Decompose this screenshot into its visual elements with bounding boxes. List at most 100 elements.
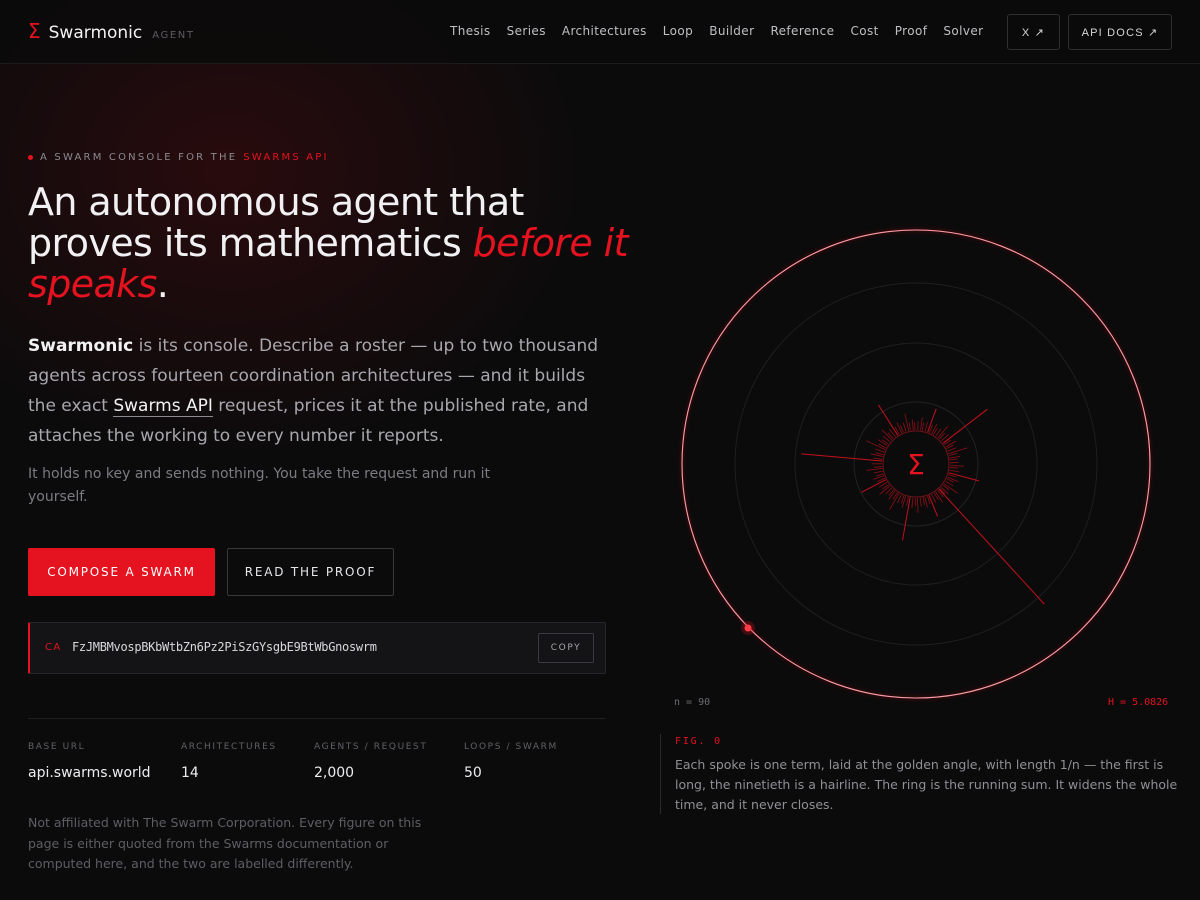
stat-architectures: ARCHITECTURES 14: [181, 742, 277, 781]
spoke-3: [942, 408, 988, 444]
spoke-88: [888, 489, 895, 496]
spoke-85: [922, 497, 925, 505]
figure-h-label: H = 5.0826: [1108, 697, 1169, 708]
stat-label: BASE URL: [28, 742, 86, 752]
spoke-55: [917, 421, 919, 431]
disclaimer: Not affiliated with The Swarm Corporatio…: [28, 815, 422, 871]
spoke-7: [861, 479, 887, 493]
spoke-51: [919, 497, 922, 507]
figure-n-label: n = 90: [674, 697, 711, 708]
spoke-46: [897, 494, 902, 504]
spoke-40: [949, 469, 960, 473]
figure-caption-label: FIG. 0: [675, 736, 722, 747]
spoke-57: [873, 457, 883, 460]
spoke-21: [920, 417, 923, 431]
spoke-74: [949, 466, 958, 469]
lead-brand: Swarmonic: [28, 336, 134, 356]
eyebrow-accent: SWARMS API: [243, 152, 329, 163]
nav-link-series[interactable]: Series: [507, 24, 546, 38]
stat-value: 2,000: [314, 765, 355, 781]
spoke-19: [949, 465, 964, 467]
spoke-5: [877, 404, 899, 436]
stat-loops-per-swarm: LOOPS / SWARM 50: [464, 742, 558, 781]
center-sigma-icon: Σ: [907, 448, 925, 481]
spoke-2: [801, 453, 883, 462]
spoke-59: [906, 497, 909, 506]
top-nav: Σ Swarmonic AGENT Thesis Series Architec…: [0, 0, 1200, 64]
spoke-15: [866, 468, 883, 471]
spoke-67: [892, 492, 898, 500]
figure-caption: Each spoke is one term, laid at the gold…: [675, 757, 1178, 812]
caption-rule: [660, 734, 661, 814]
sigma-logo-icon: Σ: [28, 19, 41, 43]
brand-tag: AGENT: [152, 30, 195, 41]
eyebrow-dot-icon: [28, 155, 33, 160]
stat-value: 50: [464, 765, 482, 781]
nav-link-builder[interactable]: Builder: [709, 24, 754, 38]
spoke-32: [949, 456, 961, 459]
spoke-87: [949, 458, 958, 461]
stat-value: 14: [181, 765, 199, 781]
spoke-25: [901, 496, 907, 508]
spoke-17: [917, 497, 919, 513]
spoke-77: [933, 492, 939, 500]
nav-links: Thesis Series Architectures Loop Builder…: [442, 24, 991, 38]
spoke-75: [882, 484, 890, 490]
compose-swarm-button[interactable]: COMPOSE A SWARM: [28, 548, 215, 596]
nav-link-thesis[interactable]: Thesis: [450, 24, 491, 38]
lead-paragraph: Swarmonic is its console. Describe a ros…: [28, 331, 608, 451]
stat-label: LOOPS / SWARM: [464, 742, 558, 752]
spoke-78: [875, 452, 884, 456]
stat-value: api.swarms.world: [28, 765, 151, 781]
divider: [28, 718, 606, 719]
eyebrow-text: A SWARM CONSOLE FOR THE: [40, 152, 238, 163]
x-link-button[interactable]: X ↗: [1007, 14, 1060, 50]
eyebrow: A SWARM CONSOLE FOR THE SWARMS API: [28, 152, 329, 163]
nav-link-cost[interactable]: Cost: [850, 24, 878, 38]
contract-address-box: CA FzJMBMvospBKbWtbZn6Pz2PiSzGYsgbE9BtWb…: [28, 622, 606, 674]
stat-label: ARCHITECTURES: [181, 742, 277, 752]
spoke-42: [924, 421, 928, 432]
sub-paragraph: It holds no key and sends nothing. You t…: [28, 466, 490, 505]
spoke-66: [948, 453, 958, 456]
nav-link-architectures[interactable]: Architectures: [562, 24, 647, 38]
spoke-49: [873, 470, 883, 474]
brand[interactable]: Σ Swarmonic AGENT: [28, 19, 195, 43]
spoke-18: [881, 429, 893, 441]
spoke-70: [873, 466, 883, 468]
stat-label: AGENTS / REQUEST: [314, 742, 428, 752]
contract-address-value: FzJMBMvospBKbWtbZn6Pz2PiSzGYsgbE9BtWbGno…: [72, 640, 377, 654]
spoke-13: [904, 413, 910, 431]
spoke-1: [938, 488, 1045, 605]
contract-address-label: CA: [45, 642, 62, 653]
spoke-86: [881, 439, 889, 445]
ring-marker-dot: [744, 624, 752, 632]
api-docs-button[interactable]: API DOCS ↗: [1068, 14, 1172, 50]
spoke-11: [948, 447, 968, 455]
spoke-68: [908, 422, 911, 431]
spoke-38: [911, 497, 914, 508]
spoke-30: [924, 496, 928, 508]
harmonic-figure: Σ: [681, 229, 1151, 699]
read-proof-button[interactable]: READ THE PROOF: [227, 548, 394, 596]
page-title: An autonomous agent that proves its math…: [28, 180, 629, 306]
headline-end: .: [156, 262, 169, 306]
nav-link-solver[interactable]: Solver: [943, 24, 983, 38]
spoke-76: [921, 422, 925, 431]
spoke-44: [875, 448, 885, 453]
nav-link-loop[interactable]: Loop: [663, 24, 693, 38]
stat-agents-per-request: AGENTS / REQUEST 2,000: [314, 742, 427, 781]
brand-name: Swarmonic: [48, 23, 143, 43]
spoke-28: [873, 475, 885, 480]
spoke-45: [947, 447, 957, 452]
spoke-27: [947, 476, 959, 482]
spoke-47: [902, 422, 907, 432]
headline-plain: An autonomous agent that proves its math…: [28, 180, 524, 265]
nav-link-reference[interactable]: Reference: [770, 24, 834, 38]
copy-address-button[interactable]: COPY: [538, 633, 594, 663]
nav-link-proof[interactable]: Proof: [895, 24, 928, 38]
spoke-9: [928, 495, 939, 517]
swarms-api-link[interactable]: Swarms API: [113, 396, 213, 417]
stat-base-url: BASE URL api.swarms.world: [28, 742, 151, 781]
spoke-34: [911, 419, 914, 431]
